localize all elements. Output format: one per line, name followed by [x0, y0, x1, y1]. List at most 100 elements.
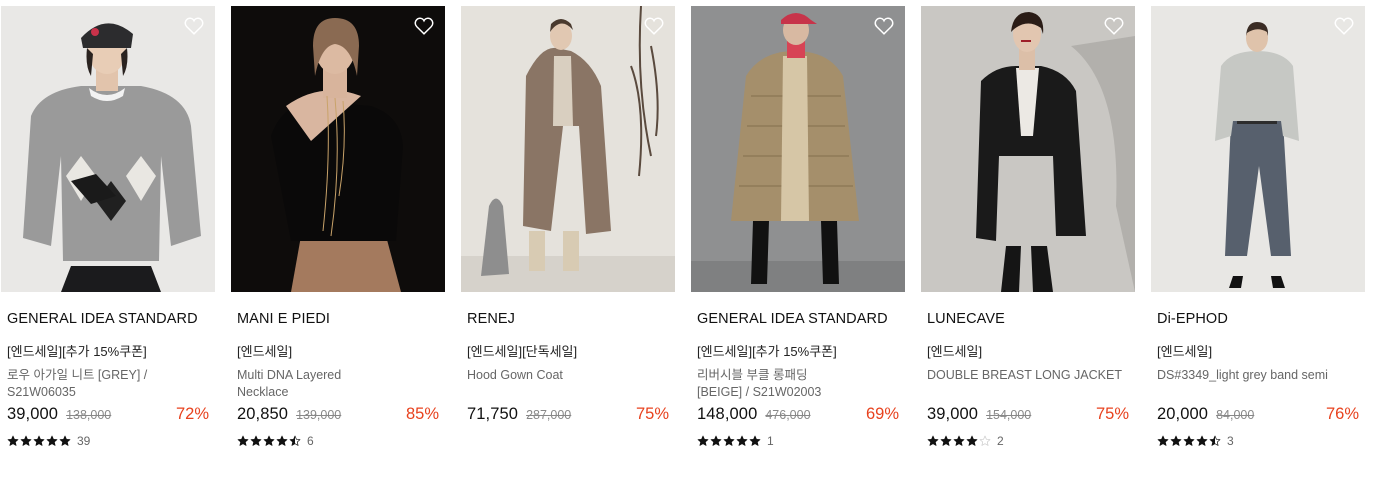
- wishlist-heart-icon[interactable]: [183, 15, 205, 37]
- star-icon: [710, 435, 722, 446]
- rating-row: 2: [921, 433, 1135, 449]
- review-count: 1: [767, 434, 774, 448]
- star-icon: [749, 435, 761, 446]
- model-brown-hood-gown-coat-image: [461, 6, 675, 292]
- star-rating: [697, 435, 762, 447]
- brand-name[interactable]: LUNECAVE: [921, 311, 1135, 329]
- star-rating: [1157, 435, 1222, 447]
- original-price: 138,000: [66, 408, 112, 422]
- wishlist-heart-icon[interactable]: [643, 15, 665, 37]
- model-black-double-breast-jacket-image: [921, 6, 1135, 292]
- star-icon: [1170, 435, 1182, 446]
- product-image[interactable]: [921, 6, 1135, 292]
- product-name[interactable]: 로우 아가일 니트 [GREY] / S21W06035: [1, 367, 215, 401]
- sale-price: 39,000: [927, 405, 979, 423]
- review-count: 6: [307, 434, 314, 448]
- star-icon: [736, 435, 748, 446]
- sale-price: 20,850: [237, 405, 289, 423]
- product-name[interactable]: Multi DNA Layered Necklace: [231, 367, 445, 401]
- sale-price: 71,750: [467, 405, 519, 423]
- wishlist-heart-icon[interactable]: [1103, 15, 1125, 37]
- original-price: 139,000: [296, 408, 342, 422]
- product-image[interactable]: [231, 6, 445, 292]
- promo-tags: [엔드세일][추가 15%쿠폰]: [7, 344, 147, 359]
- review-count: 3: [1227, 434, 1234, 448]
- brand-name[interactable]: GENERAL IDEA STANDARD: [691, 311, 905, 329]
- discount-rate: 85%: [405, 405, 439, 423]
- star-rating: [927, 435, 992, 447]
- star-icon: [250, 435, 262, 446]
- star-icon: [1157, 435, 1169, 446]
- brand-name[interactable]: RENEJ: [461, 311, 675, 329]
- sale-price: 148,000: [697, 405, 758, 423]
- brand-name[interactable]: Di-EPHOD: [1151, 311, 1365, 329]
- star-icon: [940, 435, 952, 446]
- discount-rate: 72%: [175, 405, 209, 423]
- product-card[interactable]: RENEJ [엔드세일][단독세일] Hood Gown Coat 71,750…: [461, 6, 675, 449]
- product-card[interactable]: Di-EPHOD [엔드세일] DS#3349_light grey band …: [1151, 6, 1365, 449]
- product-name[interactable]: 리버시블 부클 롱패딩 [BEIGE] / S21W02003: [691, 367, 905, 401]
- promo-tags: [엔드세일]: [237, 344, 293, 359]
- star-icon: [237, 435, 249, 446]
- sale-price: 20,000: [1157, 405, 1209, 423]
- brand-name[interactable]: GENERAL IDEA STANDARD: [1, 311, 215, 329]
- promo-tags: [엔드세일][추가 15%쿠폰]: [697, 344, 837, 359]
- product-image[interactable]: [461, 6, 675, 292]
- rating-row: 6: [231, 433, 445, 449]
- brand-name[interactable]: MANI E PIEDI: [231, 311, 445, 329]
- price-row: 39,000 138,000 72%: [1, 405, 215, 427]
- wishlist-heart-icon[interactable]: [413, 15, 435, 37]
- star-icon: [1183, 435, 1195, 446]
- rating-row: 3: [1151, 433, 1365, 449]
- discount-rate: 75%: [635, 405, 669, 423]
- product-image[interactable]: [691, 6, 905, 292]
- star-icon: [289, 435, 301, 446]
- star-icon: [276, 435, 288, 446]
- sale-price: 39,000: [7, 405, 59, 423]
- product-name[interactable]: DS#3349_light grey band semi: [1151, 367, 1365, 401]
- product-name[interactable]: DOUBLE BREAST LONG JACKET: [921, 367, 1135, 401]
- wishlist-heart-icon[interactable]: [1333, 15, 1355, 37]
- star-icon: [46, 435, 58, 446]
- star-rating: [237, 435, 302, 447]
- star-icon: [7, 435, 19, 446]
- model-grey-knit-denim-image: [1151, 6, 1365, 292]
- star-icon: [979, 435, 991, 446]
- price-row: 39,000 154,000 75%: [921, 405, 1135, 427]
- model-black-top-necklace-image: [231, 6, 445, 292]
- star-icon: [263, 435, 275, 446]
- star-icon: [20, 435, 32, 446]
- product-name[interactable]: Hood Gown Coat: [461, 367, 675, 401]
- price-row: 148,000 476,000 69%: [691, 405, 905, 427]
- product-card[interactable]: LUNECAVE [엔드세일] DOUBLE BREAST LONG JACKE…: [921, 6, 1135, 449]
- promo-tags: [엔드세일]: [927, 344, 983, 359]
- star-icon: [723, 435, 735, 446]
- star-icon: [1209, 435, 1221, 446]
- discount-rate: 76%: [1325, 405, 1359, 423]
- review-count: 39: [77, 434, 91, 448]
- star-rating: [7, 435, 72, 447]
- star-icon: [966, 435, 978, 446]
- promo-tags: [엔드세일][단독세일]: [467, 344, 578, 359]
- rating-row: 39: [1, 433, 215, 449]
- star-icon: [927, 435, 939, 446]
- product-card[interactable]: GENERAL IDEA STANDARD [엔드세일][추가 15%쿠폰] 리…: [691, 6, 905, 449]
- price-row: 20,000 84,000 76%: [1151, 405, 1365, 427]
- model-beige-long-padding-image: [691, 6, 905, 292]
- discount-rate: 69%: [865, 405, 899, 423]
- star-icon: [59, 435, 71, 446]
- promo-tags: [엔드세일]: [1157, 344, 1213, 359]
- product-grid: GENERAL IDEA STANDARD [엔드세일][추가 15%쿠폰] 로…: [0, 0, 1373, 483]
- product-card[interactable]: MANI E PIEDI [엔드세일] Multi DNA Layered Ne…: [231, 6, 445, 449]
- product-card[interactable]: GENERAL IDEA STANDARD [엔드세일][추가 15%쿠폰] 로…: [1, 6, 215, 449]
- star-icon: [33, 435, 45, 446]
- model-grey-argyle-knit-image: [1, 6, 215, 292]
- star-icon: [697, 435, 709, 446]
- product-image[interactable]: [1151, 6, 1365, 292]
- price-row: 20,850 139,000 85%: [231, 405, 445, 427]
- original-price: 476,000: [765, 408, 811, 422]
- wishlist-heart-icon[interactable]: [873, 15, 895, 37]
- original-price: 84,000: [1216, 408, 1255, 422]
- product-image[interactable]: [1, 6, 215, 292]
- rating-row: 1: [691, 433, 905, 449]
